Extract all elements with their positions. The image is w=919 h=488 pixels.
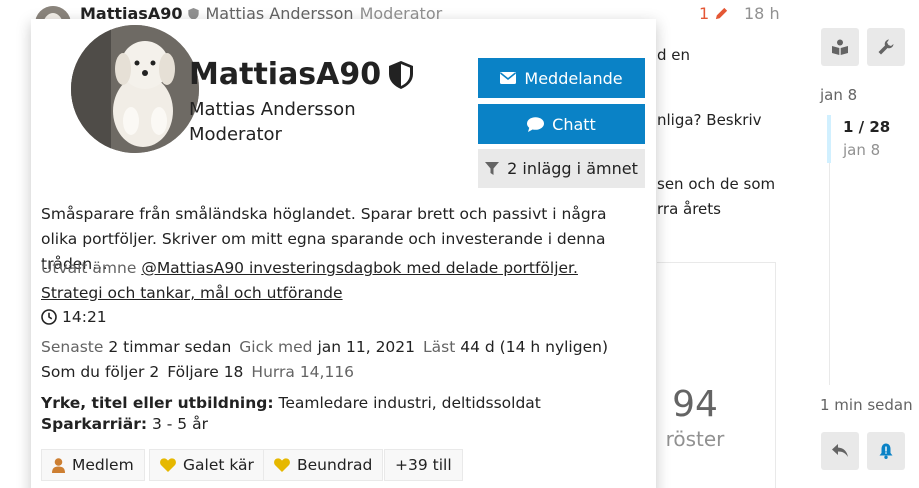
field-label: Sparkarriär: — [41, 415, 148, 433]
wrench-icon — [878, 39, 894, 55]
reply-button[interactable] — [821, 432, 859, 470]
followers-label: Följare — [167, 363, 219, 381]
edit-count: 1 — [699, 4, 710, 23]
clock-icon — [41, 309, 57, 325]
user-card-title: Moderator — [189, 124, 282, 145]
field-value: Teamledare industri, deltidssoldat — [278, 394, 541, 412]
badge-member[interactable]: Medlem — [41, 449, 145, 481]
post-text-fragment: sen och de som — [657, 175, 776, 193]
badge-label: Galet kär — [183, 456, 254, 474]
user-card-name-row: MattiasA90 — [189, 57, 414, 92]
timeline-scroller-handle[interactable] — [827, 115, 831, 163]
user-card-avatar[interactable] — [71, 25, 199, 153]
featured-topic-row: Utvalt ämne @MattiasA90 investeringsdagb… — [41, 256, 641, 306]
moderator-shield-icon — [188, 7, 200, 20]
notifications-button[interactable] — [867, 432, 905, 470]
more-badges-label: +39 till — [395, 456, 452, 474]
filter-icon — [485, 161, 500, 175]
filter-posts-button[interactable]: 2 inlägg i ämnet — [478, 149, 645, 188]
field-label: Yrke, titel eller utbildning: — [41, 394, 274, 412]
book-icon — [832, 39, 848, 55]
followers-stat[interactable]: Följare 18 — [167, 363, 243, 381]
poll-container — [657, 262, 776, 488]
post-time[interactable]: 18 h — [744, 4, 780, 23]
cheers-label: Hurra — [251, 363, 295, 381]
user-card: MattiasA90 Mattias Andersson Moderator M… — [31, 19, 656, 488]
chat-button-label: Chatt — [552, 114, 596, 134]
chat-bubble-icon — [527, 116, 545, 132]
local-time-row: 14:21 — [41, 308, 107, 326]
user-stats-row-1: Senaste 2 timmar sedan Gick med jan 11, … — [41, 338, 608, 356]
summary-button[interactable] — [821, 28, 859, 66]
featured-topic-label: Utvalt ämne — [41, 259, 137, 277]
field-value: 3 - 5 år — [151, 415, 208, 433]
poll-votes-label: röster — [665, 427, 725, 451]
moderator-shield-icon — [389, 60, 414, 89]
message-button-label: Meddelande — [524, 68, 623, 88]
joined-label: Gick med — [239, 338, 313, 356]
last-post-label: Senaste — [41, 338, 104, 356]
heart-icon — [274, 458, 290, 472]
post-text-fragment: rra årets — [657, 200, 721, 218]
pencil-icon — [716, 7, 728, 20]
filter-posts-label: 2 inlägg i ämnet — [507, 159, 638, 178]
user-field-savings-career: Sparkarriär: 3 - 5 år — [41, 415, 208, 433]
post-text-fragment: d en — [657, 46, 691, 64]
user-card-username[interactable]: MattiasA90 — [189, 57, 381, 92]
heart-icon — [160, 458, 176, 472]
timeline-track[interactable] — [829, 163, 830, 385]
following-value: 2 — [149, 363, 160, 381]
message-button[interactable]: Meddelande — [478, 58, 645, 98]
local-time: 14:21 — [62, 308, 107, 326]
timeline-start-date[interactable]: jan 8 — [820, 86, 857, 104]
following-stat[interactable]: Som du följer 2 — [41, 363, 159, 381]
followers-value: 18 — [223, 363, 244, 381]
timeline-position: 1 / 28 — [843, 118, 891, 136]
user-field-occupation: Yrke, titel eller utbildning: Teamledare… — [41, 394, 541, 412]
badge-label: Medlem — [72, 456, 134, 474]
timeline-last-activity[interactable]: 1 min sedan — [820, 396, 913, 414]
user-card-full-name: Mattias Andersson — [189, 99, 356, 120]
timeline-position-date: jan 8 — [843, 141, 881, 159]
bell-icon — [879, 443, 893, 459]
read-time-label: Läst — [423, 338, 456, 356]
reply-icon — [831, 444, 848, 457]
following-label: Som du följer — [41, 363, 145, 381]
joined-value: jan 11, 2021 — [317, 338, 416, 356]
badge-galet-kar[interactable]: Galet kär — [149, 449, 265, 481]
badge-beundrad[interactable]: Beundrad — [263, 449, 384, 481]
poll-votes: 94 — [672, 384, 718, 425]
more-badges-button[interactable]: +39 till — [384, 449, 463, 481]
read-time-value: 44 d (14 h nyligen) — [460, 338, 608, 356]
chat-button[interactable]: Chatt — [478, 104, 645, 144]
edit-history-button[interactable]: 1 — [699, 4, 729, 23]
admin-wrench-button[interactable] — [867, 28, 905, 66]
envelope-icon — [500, 72, 517, 84]
post-text-fragment: nliga? Beskriv — [657, 111, 762, 129]
cheers-value: 14,116 — [299, 363, 355, 381]
user-icon — [52, 457, 65, 473]
badge-label: Beundrad — [297, 456, 373, 474]
last-post-value: 2 timmar sedan — [108, 338, 232, 356]
user-stats-row-2: Som du följer 2 Följare 18 Hurra 14,116 — [41, 363, 354, 381]
